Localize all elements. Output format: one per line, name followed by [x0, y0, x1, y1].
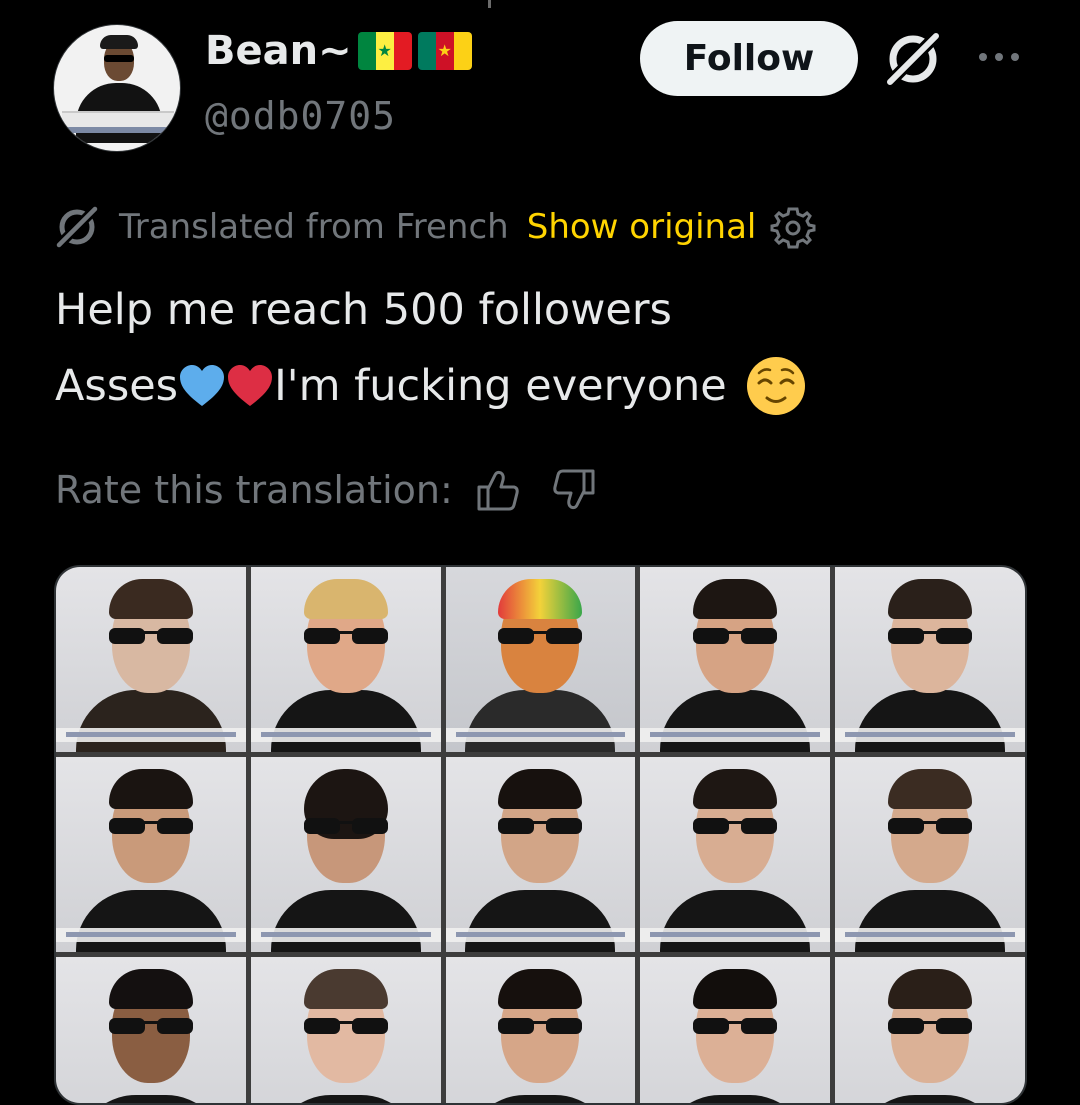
- tweet-text: Help me reach 500 followers Asses I'm fu…: [55, 272, 1045, 424]
- mugshot-tile: [56, 957, 246, 1103]
- red-heart-icon: [228, 365, 273, 406]
- mugshot-tile: [250, 567, 441, 752]
- mugshot-tile: [445, 567, 636, 752]
- display-name[interactable]: Bean~ ★ ★: [205, 28, 472, 74]
- relieved-face-icon: [746, 357, 805, 415]
- mugshot-tile: [835, 757, 1025, 952]
- rate-translation: Rate this translation:: [55, 462, 597, 518]
- tweet-line-1: Help me reach 500 followers: [55, 285, 672, 335]
- grok-icon[interactable]: [882, 28, 944, 90]
- mugshot-tile: [445, 957, 636, 1103]
- user-handle[interactable]: @odb0705: [205, 94, 396, 138]
- rate-translation-label: Rate this translation:: [55, 468, 453, 512]
- mugshot-tile: [445, 757, 636, 952]
- thumbs-up-icon[interactable]: [475, 467, 521, 513]
- tweet-photo[interactable]: [54, 565, 1027, 1105]
- thumbs-down-icon[interactable]: [551, 467, 597, 513]
- tweet-line-2-main: I'm fucking everyone: [274, 361, 727, 411]
- translation-info: Translated from French Show original: [53, 203, 816, 251]
- grok-translate-icon: [53, 203, 101, 251]
- more-options-icon[interactable]: [975, 42, 1023, 72]
- tweet-line-2: Asses I'm fucking everyone: [55, 348, 1045, 424]
- follow-button[interactable]: Follow: [640, 21, 858, 96]
- scroll-sliver: [488, 0, 491, 8]
- show-original-link[interactable]: Show original: [527, 207, 757, 247]
- cameroon-flag-icon: ★: [417, 32, 472, 70]
- translated-from-label: Translated from French: [119, 207, 509, 247]
- mugshot-tile: [640, 757, 831, 952]
- mugshot-tile: [250, 757, 441, 952]
- mugshot-tile: [835, 957, 1025, 1103]
- mugshot-tile: [640, 957, 831, 1103]
- blue-heart-icon: [180, 365, 225, 406]
- mugshot-tile: [56, 757, 246, 952]
- display-name-text: Bean~: [205, 28, 352, 74]
- mugshot-tile: [835, 567, 1025, 752]
- tweet-line-2-prefix: Asses: [55, 361, 179, 411]
- settings-icon[interactable]: [770, 204, 816, 250]
- mugshot-tile: [56, 567, 246, 752]
- senegal-flag-icon: ★: [357, 32, 412, 70]
- mugshot-tile: [640, 567, 831, 752]
- avatar[interactable]: [53, 24, 181, 152]
- mugshot-tile: [250, 957, 441, 1103]
